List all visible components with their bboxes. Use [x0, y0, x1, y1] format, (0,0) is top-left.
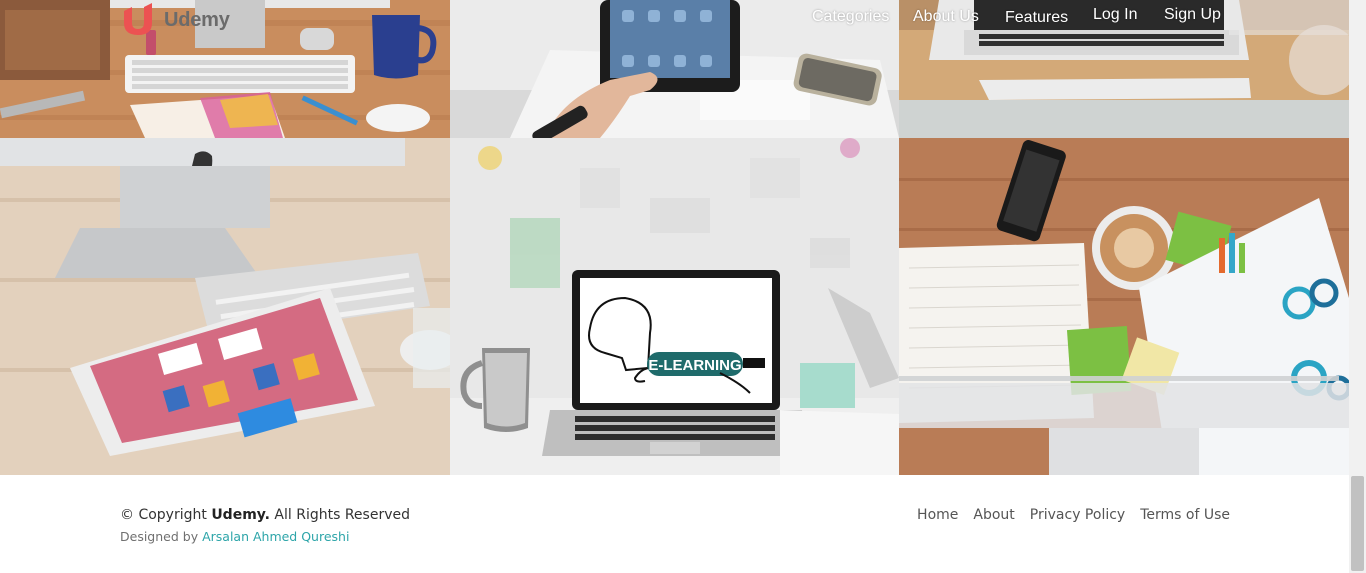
footer: © Copyright Udemy. All Rights Reserved D… — [0, 475, 1349, 573]
footer-link-home[interactable]: Home — [917, 507, 958, 523]
page-scrollbar[interactable] — [1349, 0, 1366, 573]
nav-link-sign-up[interactable]: Sign Up — [1164, 6, 1234, 24]
brand-name: Udemy — [164, 8, 230, 31]
nav-link-about-us[interactable]: About Us — [913, 8, 993, 26]
designed-by-label: Designed by — [120, 529, 199, 544]
designer-link[interactable]: Arsalan Ahmed Qureshi — [202, 529, 349, 544]
footer-link-about[interactable]: About — [973, 507, 1014, 523]
gallery-photo-coffee-charts[interactable] — [899, 138, 1349, 475]
copyright-text: © Copyright Udemy. All Rights Reserved — [120, 507, 410, 523]
footer-link-terms-of-use[interactable]: Terms of Use — [1140, 507, 1230, 523]
copyright-suffix: All Rights Reserved — [274, 507, 410, 523]
brand[interactable]: Udemy — [118, 2, 230, 38]
gallery-photo-imac-ipad[interactable] — [0, 138, 450, 475]
copyright-prefix: © Copyright — [120, 507, 207, 523]
designed-by: Designed by Arsalan Ahmed Qureshi — [120, 529, 349, 544]
udemy-logo-icon — [124, 3, 152, 35]
page: E-LEARNING Udemy Categories About Us Fea… — [0, 0, 1349, 573]
copyright-brand: Udemy. — [211, 507, 270, 523]
nav-link-log-in[interactable]: Log In — [1093, 6, 1153, 24]
scrollbar-thumb[interactable] — [1351, 476, 1364, 571]
gallery-photo-elearning-laptop[interactable]: E-LEARNING — [450, 138, 899, 475]
footer-link-privacy-policy[interactable]: Privacy Policy — [1030, 507, 1125, 523]
footer-links: Home About Privacy Policy Terms of Use — [917, 507, 1230, 523]
nav-link-features[interactable]: Features — [1005, 9, 1085, 27]
laptop-screen-text: E-LEARNING — [648, 357, 741, 374]
nav-link-categories[interactable]: Categories — [812, 8, 902, 26]
